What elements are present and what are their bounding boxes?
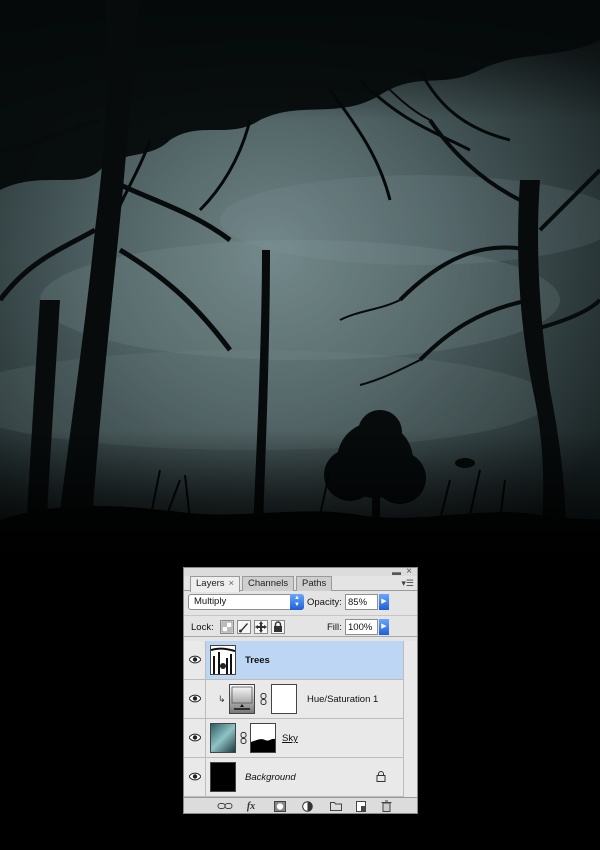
layer-row-trees[interactable]: Trees <box>184 641 403 680</box>
fill-value: 100% <box>348 622 373 633</box>
chain-link-icon[interactable] <box>260 693 268 705</box>
close-tab-icon[interactable]: × <box>229 578 235 589</box>
opacity-slider-arrow-icon[interactable]: ▶ <box>379 594 389 610</box>
visibility-toggle[interactable] <box>184 680 206 718</box>
eye-icon <box>189 733 201 742</box>
layer-name[interactable]: Sky <box>282 733 298 744</box>
adjustment-icon[interactable] <box>298 800 316 812</box>
blend-mode-select[interactable]: Multiply ▲ ▼ <box>188 594 304 610</box>
lock-pixels-icon[interactable] <box>237 620 251 634</box>
layer-name[interactable]: Background <box>245 772 296 783</box>
visibility-toggle[interactable] <box>184 719 206 757</box>
tab-layers-label: Layers <box>196 578 225 589</box>
visibility-toggle[interactable] <box>184 641 206 679</box>
link-icon[interactable] <box>216 800 234 812</box>
panel-tabs: Layers × Channels Paths ▾☰ <box>184 576 417 592</box>
lock-row: Lock: Fill: 100% ▶ <box>184 615 417 637</box>
layer-row-hue-saturation[interactable]: ↳ Hue/Saturation 1 <box>184 680 403 719</box>
lock-transparency-icon[interactable] <box>220 620 234 634</box>
layer-thumbnail-trees[interactable] <box>210 645 236 675</box>
blend-mode-value: Multiply <box>194 596 227 607</box>
opacity-value: 85% <box>348 597 368 608</box>
layers-panel: ▬ × Layers × Channels Paths ▾☰ Multiply ▲… <box>183 566 418 814</box>
eye-icon <box>189 694 201 703</box>
layer-mask-thumbnail[interactable] <box>250 723 276 753</box>
trash-icon[interactable] <box>377 800 395 812</box>
layer-thumbnail-background[interactable] <box>210 762 236 792</box>
panel-menu-icon[interactable]: ▾☰ <box>401 578 414 589</box>
layer-name[interactable]: Trees <box>245 655 270 666</box>
lock-icon <box>376 771 386 782</box>
panel-bottom-bar: fx <box>184 797 417 813</box>
layer-name[interactable]: Hue/Saturation 1 <box>307 694 378 705</box>
eye-icon <box>189 772 201 781</box>
fill-label: Fill: <box>327 622 342 633</box>
layer-thumbnail-sky[interactable] <box>210 723 236 753</box>
adjustment-thumbnail[interactable] <box>229 684 255 714</box>
panel-titlebar[interactable]: ▬ × <box>184 566 417 577</box>
layers-scrollbar[interactable] <box>403 641 417 797</box>
fill-field[interactable]: 100% <box>345 619 378 635</box>
tab-channels[interactable]: Channels <box>242 576 295 591</box>
layer-row-sky[interactable]: Sky <box>184 719 403 758</box>
layer-row-background[interactable]: Background <box>184 758 403 797</box>
layer-mask-thumbnail[interactable] <box>271 684 297 714</box>
tab-channels-label: Channels <box>248 578 289 589</box>
clipping-mask-icon: ↳ <box>218 694 226 704</box>
lock-all-icon[interactable] <box>271 620 285 634</box>
fill-slider-arrow-icon[interactable]: ▶ <box>379 619 389 635</box>
select-arrows-icon[interactable]: ▲ ▼ <box>290 594 304 610</box>
tab-paths-label: Paths <box>302 578 327 589</box>
fx-icon[interactable]: fx <box>242 800 260 812</box>
chain-link-icon[interactable] <box>240 732 248 744</box>
tab-paths[interactable]: Paths <box>296 576 333 591</box>
opacity-label: Opacity: <box>307 597 342 608</box>
opacity-field[interactable]: 85% <box>345 594 378 610</box>
eye-icon <box>189 655 201 664</box>
folder-icon[interactable] <box>327 800 345 812</box>
new-layer-icon[interactable] <box>352 800 370 812</box>
lock-label: Lock: <box>191 622 214 633</box>
lock-position-icon[interactable] <box>254 620 268 634</box>
mask-icon[interactable] <box>271 800 289 812</box>
layers-list: Trees ↳ Hue/Saturation 1 Sky Background <box>184 641 403 797</box>
tab-layers[interactable]: Layers × <box>190 576 241 592</box>
visibility-toggle[interactable] <box>184 758 206 796</box>
